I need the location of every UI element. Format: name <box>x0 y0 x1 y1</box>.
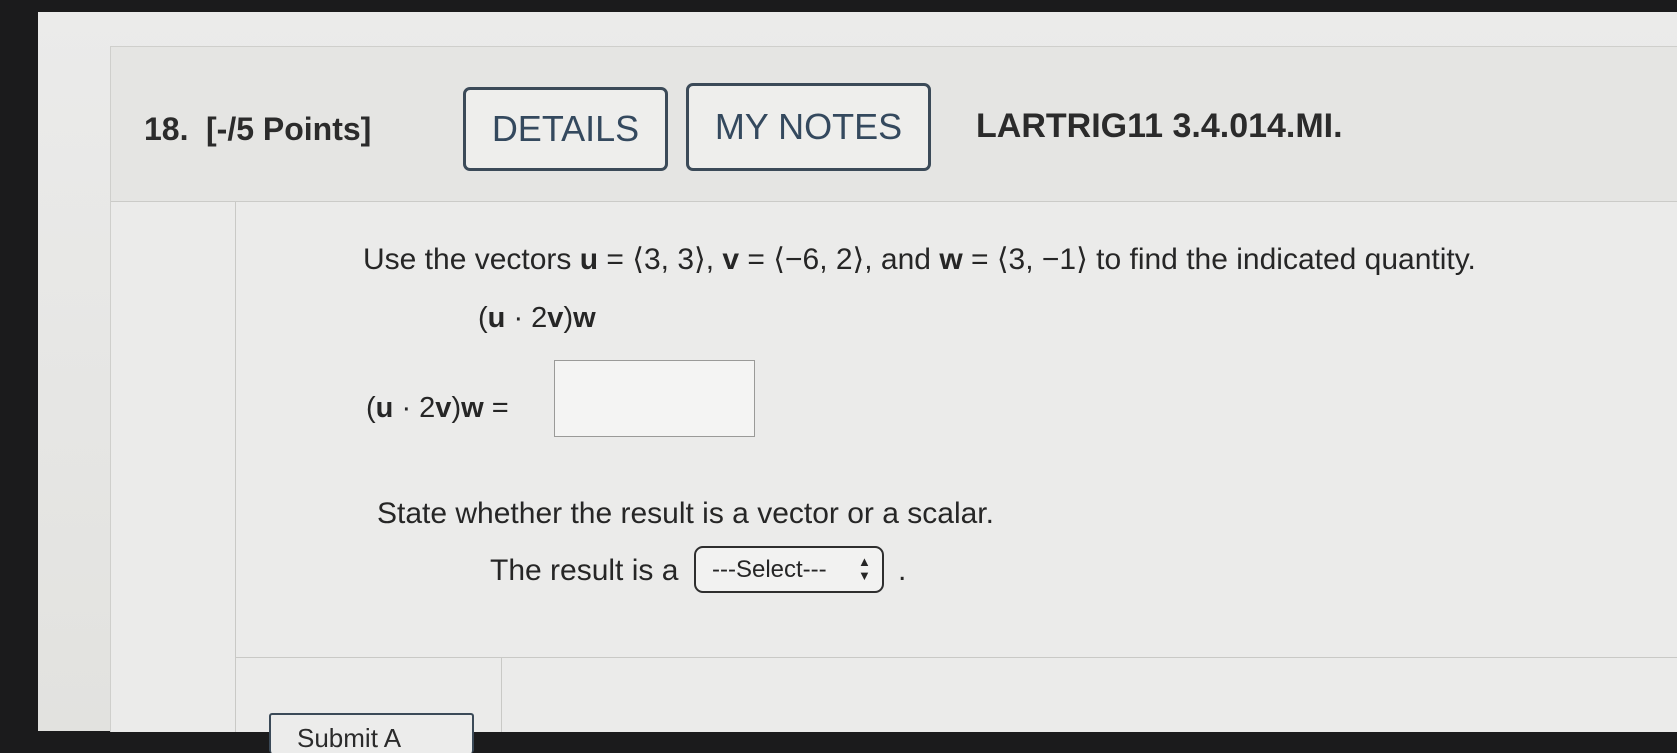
question-card: 18. [-/5 Points] DETAILS MY NOTES LARTRI… <box>110 46 1677 753</box>
prompt-text: = ⟨−6, 2⟩, and <box>739 243 940 276</box>
details-button[interactable]: DETAILS <box>463 87 668 171</box>
question-header: 18. [-/5 Points] DETAILS MY NOTES LARTRI… <box>111 47 1677 202</box>
expr-part: ) <box>451 392 462 424</box>
result-prefix: The result is a <box>490 554 679 587</box>
expr-u: u <box>375 392 394 424</box>
answer-input[interactable] <box>554 360 755 437</box>
question-prompt: Use the vectors u = ⟨3, 3⟩, v = ⟨−6, 2⟩,… <box>363 242 1476 277</box>
select-value: ---Select--- <box>712 555 827 583</box>
result-type-select[interactable]: ---Select--- ▲ ▼ <box>694 546 884 593</box>
indicated-expression: (u · 2v)w <box>478 302 596 335</box>
vector-u: u <box>579 243 599 276</box>
footer-divider <box>236 657 1677 658</box>
result-suffix: . <box>898 554 907 587</box>
state-question: State whether the result is a vector or … <box>377 497 994 530</box>
vector-v: v <box>722 243 740 276</box>
expr-part: ( <box>478 302 488 334</box>
expr-u: u <box>487 302 506 334</box>
submit-answer-button[interactable]: Submit A <box>269 713 474 753</box>
expr-part: ) <box>563 302 574 334</box>
expr-w: w <box>461 392 484 424</box>
prompt-text: = ⟨3, 3⟩, <box>598 243 723 276</box>
question-number: 18. <box>144 111 189 147</box>
footer-vertical-divider <box>501 657 502 732</box>
question-code: LARTRIG11 3.4.014.MI. <box>976 107 1343 145</box>
vector-w: w <box>939 243 963 276</box>
screen: 18. [-/5 Points] DETAILS MY NOTES LARTRI… <box>38 12 1677 753</box>
prompt-text: Use the vectors <box>363 243 580 276</box>
question-body: Use the vectors u = ⟨3, 3⟩, v = ⟨−6, 2⟩,… <box>235 202 1677 753</box>
expr-part: · 2 <box>505 302 548 334</box>
answer-label: (u · 2v)w = <box>366 392 509 425</box>
expr-v: v <box>435 392 452 424</box>
equals-sign: = <box>483 392 509 424</box>
expr-v: v <box>547 302 564 334</box>
prompt-text: = ⟨3, −1⟩ to find the indicated quantity… <box>962 243 1476 276</box>
select-arrows-icon: ▲ ▼ <box>858 554 871 583</box>
question-points: [-/5 Points] <box>206 111 372 147</box>
expr-w: w <box>573 302 596 334</box>
expr-part: · 2 <box>393 392 436 424</box>
my-notes-button[interactable]: MY NOTES <box>686 83 931 171</box>
expr-part: ( <box>366 392 376 424</box>
